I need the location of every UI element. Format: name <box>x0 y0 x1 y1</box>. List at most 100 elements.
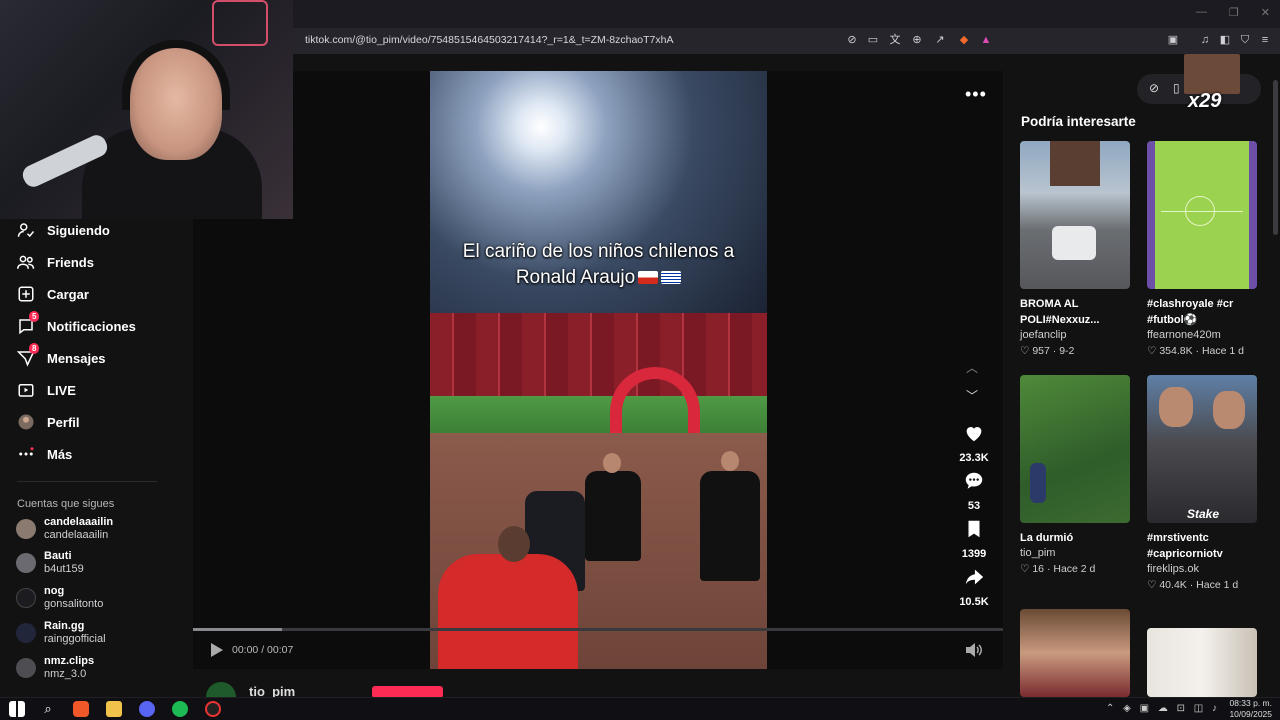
translate-icon[interactable]: 文 <box>888 33 902 47</box>
uruguay-flag-icon <box>661 271 682 284</box>
maximize-icon[interactable]: ❐ <box>1229 6 1239 19</box>
account-handle: candelaaailin <box>44 529 109 541</box>
referee <box>585 471 641 561</box>
phone-icon[interactable]: ▯ <box>1173 81 1180 95</box>
minimize-icon[interactable]: — <box>1196 6 1207 19</box>
avatar <box>16 658 36 678</box>
wallet-icon[interactable]: ▣ <box>1166 33 1180 47</box>
clock-time: 08:33 p. m. <box>1229 698 1272 708</box>
previous-video-icon[interactable]: ︿ <box>966 359 978 376</box>
brave-shield-icon[interactable]: ◆ <box>957 33 971 47</box>
nav-messages[interactable]: 8 Mensajes <box>17 343 106 367</box>
following-account[interactable]: Bauti b4ut159 <box>16 550 84 576</box>
zoom-icon[interactable]: ⊕ <box>910 33 924 47</box>
play-icon[interactable] <box>210 642 224 658</box>
close-icon[interactable]: ✕ <box>1261 6 1270 19</box>
nav-label: Mensajes <box>47 350 106 366</box>
person-face <box>1213 391 1245 429</box>
nav-profile[interactable]: Perfil <box>17 413 80 431</box>
account-name: candelaaailin <box>44 516 114 528</box>
nav-following[interactable]: Siguiendo <box>17 221 110 239</box>
video-player[interactable]: El cariño de los niños chilenos a Ronald… <box>430 71 767 669</box>
account-handle: rainggofficial <box>44 633 106 645</box>
spotify-icon[interactable] <box>172 701 188 717</box>
recommended-video[interactable]: Stake #mrstiventc #capricorniotv fireklip… <box>1147 375 1257 593</box>
video-progress-bar[interactable] <box>193 628 1003 631</box>
card-meta: ♡ 354.8K · Hace 1 d <box>1147 345 1244 357</box>
account-name: nog <box>44 585 65 597</box>
menu-icon[interactable]: ≡ <box>1258 33 1272 47</box>
video-thumbnail: Stake <box>1147 375 1257 523</box>
stadium-stands <box>430 313 767 398</box>
rewards-icon[interactable]: ▲ <box>979 33 993 47</box>
avatar <box>16 588 36 608</box>
file-explorer-icon[interactable] <box>106 701 122 717</box>
recommendations-title: Podría interesarte <box>1021 114 1136 129</box>
music-icon[interactable]: ♫ <box>1198 33 1212 47</box>
card-author: fireklips.ok <box>1147 563 1199 575</box>
video-caption: El cariño de los niños chilenos a Ronald… <box>430 239 767 291</box>
next-video-icon[interactable]: ﹀ <box>966 387 978 404</box>
following-account[interactable]: nog gonsalitonto <box>16 585 103 611</box>
brave-browser-icon[interactable] <box>73 701 89 717</box>
recommended-video[interactable]: La durmió tio_pim ♡ 16 · Hace 2 d <box>1020 375 1130 577</box>
person-head <box>498 526 530 562</box>
share-count: 10.5K <box>959 596 989 608</box>
recommended-video[interactable] <box>1020 609 1130 697</box>
system-tray[interactable]: ⌃ ◈ ▣ ☁ ⊡ ◫ ♪ <box>1106 703 1220 714</box>
discord-icon[interactable] <box>139 701 155 717</box>
vpn-icon[interactable]: ⛉ <box>1238 33 1252 47</box>
nav-live[interactable]: LIVE <box>17 381 76 399</box>
recommended-video[interactable]: BROMA AL POLI#Nexxuz... joefanclip ♡ 957 … <box>1020 141 1130 359</box>
more-options-icon[interactable]: ••• <box>965 84 987 105</box>
following-header: Cuentas que sigues <box>17 498 115 510</box>
video-thumbnail <box>1020 375 1130 523</box>
reader-icon[interactable]: ⊘ <box>845 33 859 47</box>
volume-icon[interactable] <box>965 642 983 658</box>
caption-line-2: Ronald Araujo <box>430 265 767 291</box>
recommended-video[interactable] <box>1147 628 1257 697</box>
video-timecode: 00:00 / 00:07 <box>232 644 294 656</box>
multiplier-label: x29 <box>1188 90 1222 112</box>
profile-icon <box>18 414 34 430</box>
caption-line-1: El cariño de los niños chilenos a <box>462 241 735 262</box>
nav-notifications[interactable]: 5 Notificaciones <box>17 311 136 335</box>
video-thumbnail <box>1147 141 1257 289</box>
following-account[interactable]: nmz.clips nmz_3.0 <box>16 655 94 681</box>
left-sidebar: Siguiendo Friends Cargar 5 Notificacione… <box>0 219 193 697</box>
card-author: tio_pim <box>1020 547 1056 559</box>
url-text[interactable]: tiktok.com/@tio_pim/video/75485154645032… <box>305 34 673 46</box>
sidebar-icon[interactable]: ◧ <box>1218 33 1232 47</box>
clock-date: 10/09/2025 <box>1229 709 1272 719</box>
compass-icon[interactable]: ⊘ <box>1149 81 1159 95</box>
obs-icon[interactable] <box>205 701 221 717</box>
screen-icon[interactable]: ▭ <box>866 33 880 47</box>
card-author: joefanclip <box>1020 329 1067 341</box>
following-account[interactable]: candelaaailin candelaaailin <box>16 516 113 542</box>
nav-friends[interactable]: Friends <box>17 253 94 271</box>
video-thumbnail <box>1020 141 1130 289</box>
referee <box>700 471 760 581</box>
share-button[interactable]: 10.5K <box>953 566 995 610</box>
nav-more[interactable]: Más <box>17 445 72 463</box>
following-account[interactable]: Rain.gg rainggofficial <box>16 620 106 646</box>
pitch <box>430 396 767 436</box>
system-clock[interactable]: 08:33 p. m. 10/09/2025 <box>1229 698 1272 720</box>
avatar <box>16 623 36 643</box>
video-thumbnail <box>1020 609 1130 697</box>
nav-label: Cargar <box>47 286 89 302</box>
card-title: La durmió <box>1020 532 1074 544</box>
share-icon[interactable]: ↗ <box>933 33 947 47</box>
save-button[interactable]: 1399 <box>953 518 995 562</box>
like-button[interactable]: 23.3K <box>953 422 995 466</box>
nav-upload[interactable]: Cargar <box>17 285 89 303</box>
window-controls: — ❐ ✕ <box>1196 6 1270 19</box>
account-name: Rain.gg <box>44 620 85 632</box>
headphones <box>122 40 230 110</box>
scrollbar[interactable] <box>1273 80 1278 235</box>
comment-button[interactable]: 53 <box>953 470 995 514</box>
search-icon[interactable]: ⌕ <box>40 701 56 717</box>
messages-badge: 8 <box>29 343 40 354</box>
recommended-video[interactable]: #clashroyale #cr #futbol⚽ ffearnone420m ♡… <box>1147 141 1257 359</box>
windows-start-icon[interactable] <box>9 701 25 717</box>
